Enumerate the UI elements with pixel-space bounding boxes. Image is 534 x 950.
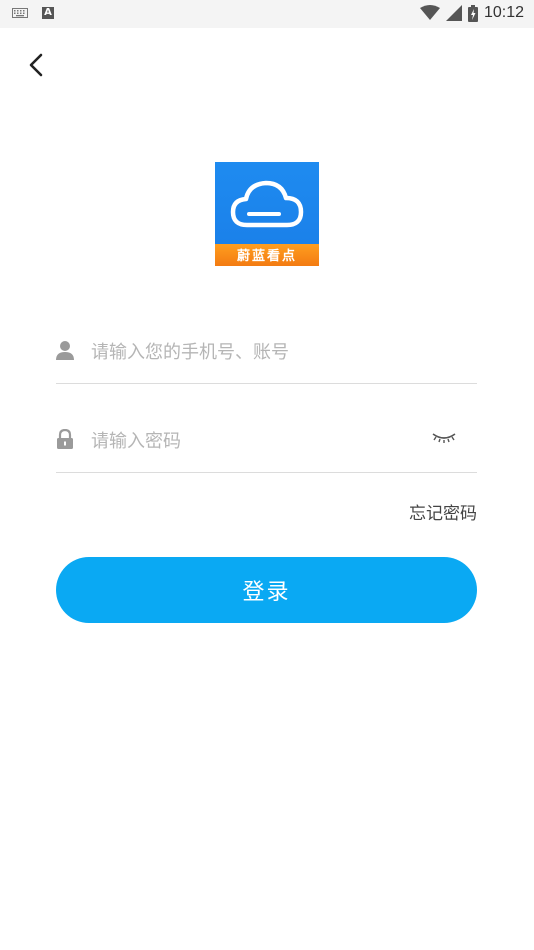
status-bar: A 10:12 (0, 0, 534, 28)
user-icon (56, 341, 74, 360)
cell-signal-icon (445, 5, 462, 21)
back-button[interactable] (22, 50, 50, 80)
wifi-icon (419, 5, 440, 20)
status-bar-left: A (12, 7, 54, 19)
password-input[interactable] (89, 426, 423, 456)
status-time: 10:12 (483, 4, 524, 21)
battery-icon (467, 4, 478, 22)
password-field-row (56, 422, 477, 473)
forgot-password-link[interactable]: 忘记密码 (409, 499, 477, 524)
a-notification-icon: A (42, 7, 54, 19)
keyboard-icon (12, 8, 28, 18)
logo-text: 蔚蓝看点 (236, 249, 297, 264)
username-field-row (56, 333, 477, 384)
login-button[interactable]: 登录 (56, 557, 477, 623)
username-input[interactable] (89, 337, 423, 367)
app-logo: 蔚蓝看点 (215, 162, 319, 266)
status-bar-right: 10:12 (419, 4, 524, 22)
chevron-left-icon (29, 53, 43, 77)
cloud-icon (230, 180, 304, 228)
lock-icon (57, 429, 73, 449)
eye-closed-icon[interactable] (431, 431, 457, 445)
